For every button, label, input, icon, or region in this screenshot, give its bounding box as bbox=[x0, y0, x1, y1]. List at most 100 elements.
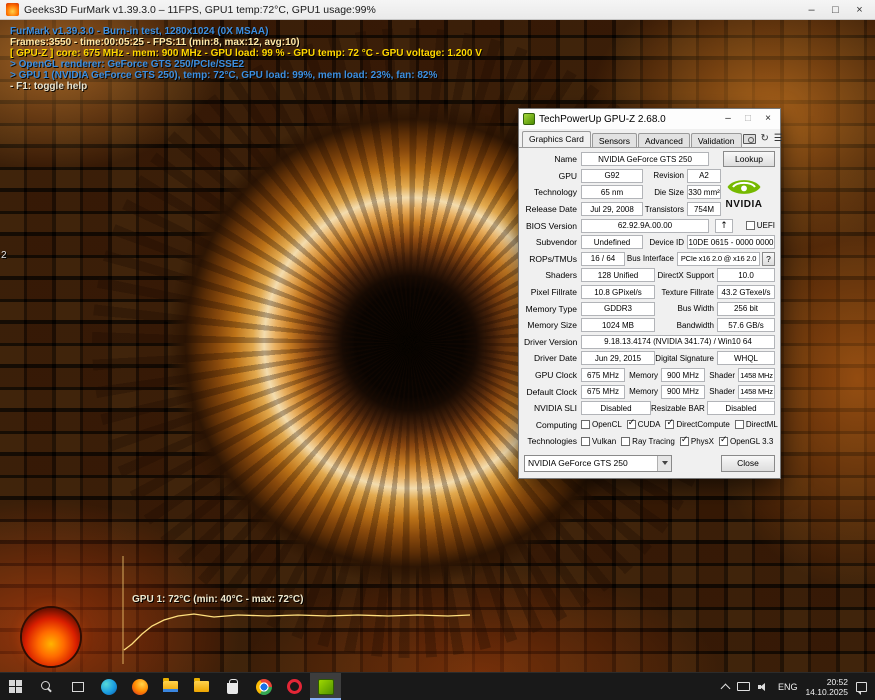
taskbar-opera-button[interactable] bbox=[279, 673, 310, 700]
row-sli: NVIDIA SLI Disabled Resizable BAR Disabl… bbox=[524, 400, 775, 417]
memory-size-label: Memory Size bbox=[527, 320, 577, 331]
default-clock-shader-value: 1458 MHz bbox=[738, 384, 775, 399]
bus-interface-help-button[interactable]: ? bbox=[762, 251, 775, 266]
resizable-bar-value: Disabled bbox=[707, 401, 775, 416]
task-view-button[interactable] bbox=[62, 673, 93, 700]
row-bios: BIOS Version 62.92.9A.00.00 ↑ UEFI bbox=[524, 217, 775, 234]
taskbar-edge-button[interactable] bbox=[93, 673, 124, 700]
clock[interactable]: 20:52 14.10.2025 bbox=[805, 677, 848, 697]
memory-type-label: Memory Type bbox=[525, 303, 577, 314]
digital-signature-value: WHQL bbox=[717, 351, 775, 366]
physx-checkbox[interactable] bbox=[679, 435, 689, 446]
gpuz-maximize-icon[interactable]: □ bbox=[740, 109, 756, 129]
tab-validation[interactable]: Validation bbox=[690, 133, 742, 148]
gpu-clock-label: GPU Clock bbox=[534, 370, 577, 381]
cuda-checkbox[interactable] bbox=[626, 418, 636, 430]
gpuz-titlebar[interactable]: TechPowerUp GPU-Z 2.68.0 – □ × bbox=[519, 109, 780, 129]
directml-label: DirectML bbox=[745, 420, 778, 430]
pixel-fillrate-value: 10.8 GPixel/s bbox=[581, 285, 655, 300]
bios-upload-icon[interactable]: ↑ bbox=[715, 218, 733, 233]
release-date-value: Jul 29, 2008 bbox=[581, 202, 643, 217]
file-explorer-icon bbox=[163, 678, 178, 692]
physx-label: PhysX bbox=[690, 436, 714, 446]
gpuz-graphics-card-panel: NVIDIA Name NVIDIA GeForce GTS 250 Looku… bbox=[519, 147, 780, 472]
furmark-render-viewport: FurMark v1.39.3.0 - Burn-in test, 1280x1… bbox=[0, 20, 875, 672]
desktop-screen: Geeks3D FurMark v1.39.3.0 – 11FPS, GPU1 … bbox=[0, 0, 875, 700]
network-icon[interactable] bbox=[736, 682, 750, 691]
vulkan-checkbox[interactable] bbox=[581, 436, 590, 446]
taskbar-store-button[interactable] bbox=[217, 673, 248, 700]
gpuz-minimize-icon[interactable]: – bbox=[720, 109, 736, 129]
rops-tmus-value: 16 / 64 bbox=[581, 251, 625, 266]
device-id-label: Device ID bbox=[649, 237, 684, 247]
device-id-value: 10DE 0615 - 0000 0000 bbox=[687, 235, 775, 250]
bios-version-value: 62.92.9A.00.00 bbox=[581, 218, 709, 233]
maximize-icon[interactable]: □ bbox=[826, 0, 845, 20]
windows-logo-icon bbox=[9, 680, 22, 693]
task-view-icon bbox=[71, 681, 84, 692]
taskbar-file-explorer-button[interactable] bbox=[155, 673, 186, 700]
directcompute-checkbox[interactable] bbox=[665, 418, 675, 430]
sli-label: NVIDIA SLI bbox=[534, 403, 577, 414]
language-indicator[interactable]: ENG bbox=[778, 682, 798, 692]
volume-icon[interactable] bbox=[757, 682, 770, 692]
menu-icon[interactable]: ☰ bbox=[774, 134, 783, 144]
tab-advanced[interactable]: Advanced bbox=[638, 133, 690, 148]
uefi-label: UEFI bbox=[756, 221, 775, 231]
row-memory-size: Memory Size 1024 MB Bandwidth 57.6 GB/s bbox=[524, 317, 775, 334]
folder-icon bbox=[194, 678, 209, 692]
close-button[interactable]: Close bbox=[721, 454, 775, 472]
tab-graphics-card[interactable]: Graphics Card bbox=[522, 131, 591, 147]
name-value: NVIDIA GeForce GTS 250 bbox=[581, 152, 709, 167]
opencl-checkbox[interactable] bbox=[581, 420, 590, 430]
tab-sensors[interactable]: Sensors bbox=[591, 133, 637, 148]
card-selector-dropdown[interactable]: NVIDIA GeForce GTS 250 bbox=[524, 454, 672, 472]
technology-label: Technology bbox=[533, 187, 577, 198]
taskbar-gpuz-button[interactable] bbox=[310, 673, 341, 700]
close-icon[interactable]: × bbox=[850, 0, 869, 20]
refresh-icon[interactable]: ↻ bbox=[761, 134, 769, 144]
nvidia-eye-icon bbox=[727, 180, 761, 194]
bus-width-value: 256 bit bbox=[717, 301, 775, 316]
start-button[interactable] bbox=[0, 673, 31, 700]
memory-size-value: 1024 MB bbox=[581, 318, 655, 333]
osd-renderer-line: > OpenGL renderer: GeForce GTS 250/PCIe/… bbox=[10, 59, 245, 70]
gpuz-close-icon[interactable]: × bbox=[760, 109, 776, 129]
system-tray: ENG 20:52 14.10.2025 bbox=[714, 673, 875, 700]
furmark-titlebar: Geeks3D FurMark v1.39.3.0 – 11FPS, GPU1 … bbox=[0, 0, 875, 20]
lookup-button[interactable]: Lookup bbox=[723, 151, 775, 168]
card-selector-row: NVIDIA GeForce GTS 250 Close bbox=[524, 454, 775, 472]
gpu-value: G92 bbox=[581, 168, 643, 183]
opengl-checkbox[interactable] bbox=[718, 435, 728, 446]
computing-label: Computing bbox=[535, 419, 577, 430]
digital-signature-label: Digital Signature bbox=[655, 353, 714, 363]
edge-icon bbox=[100, 678, 117, 695]
furmark-app-icon bbox=[6, 3, 19, 16]
search-icon bbox=[40, 680, 53, 693]
action-center-icon[interactable] bbox=[856, 681, 867, 695]
screenshot-camera-icon[interactable] bbox=[742, 134, 756, 144]
taskbar-search-button[interactable] bbox=[31, 673, 62, 700]
bandwidth-value: 57.6 GB/s bbox=[717, 318, 775, 333]
ray-tracing-checkbox[interactable] bbox=[621, 436, 631, 446]
gpu-clock-memory-label: Memory bbox=[629, 370, 658, 380]
furmark-osd: FurMark v1.39.3.0 - Burn-in test, 1280x1… bbox=[10, 26, 482, 92]
default-clock-value: 675 MHz bbox=[581, 384, 625, 399]
taskbar-folder-button[interactable] bbox=[186, 673, 217, 700]
minimize-icon[interactable]: – bbox=[802, 0, 821, 20]
sli-value: Disabled bbox=[581, 401, 651, 416]
opera-icon bbox=[287, 679, 302, 694]
row-pixel-fillrate: Pixel Fillrate 10.8 GPixel/s Texture Fil… bbox=[524, 284, 775, 301]
taskbar-chrome-button[interactable] bbox=[248, 673, 279, 700]
bus-interface-value: PCIe x16 2.0 @ x16 2.0 bbox=[677, 251, 760, 266]
taskbar-firefox-button[interactable] bbox=[124, 673, 155, 700]
row-subvendor: Subvendor Undefined Device ID 10DE 0615 … bbox=[524, 234, 775, 251]
tray-expand-icon[interactable] bbox=[720, 683, 731, 693]
uefi-checkbox[interactable] bbox=[745, 221, 755, 231]
row-rops-tmus: ROPs/TMUs 16 / 64 Bus Interface PCIe x16… bbox=[524, 251, 775, 268]
default-clock-memory-value: 900 MHz bbox=[661, 384, 705, 399]
directml-checkbox[interactable] bbox=[734, 420, 744, 430]
texture-fillrate-value: 43.2 GTexel/s bbox=[717, 285, 775, 300]
uefi-group: UEFI bbox=[745, 221, 775, 231]
cuda-label: CUDA bbox=[637, 420, 661, 430]
